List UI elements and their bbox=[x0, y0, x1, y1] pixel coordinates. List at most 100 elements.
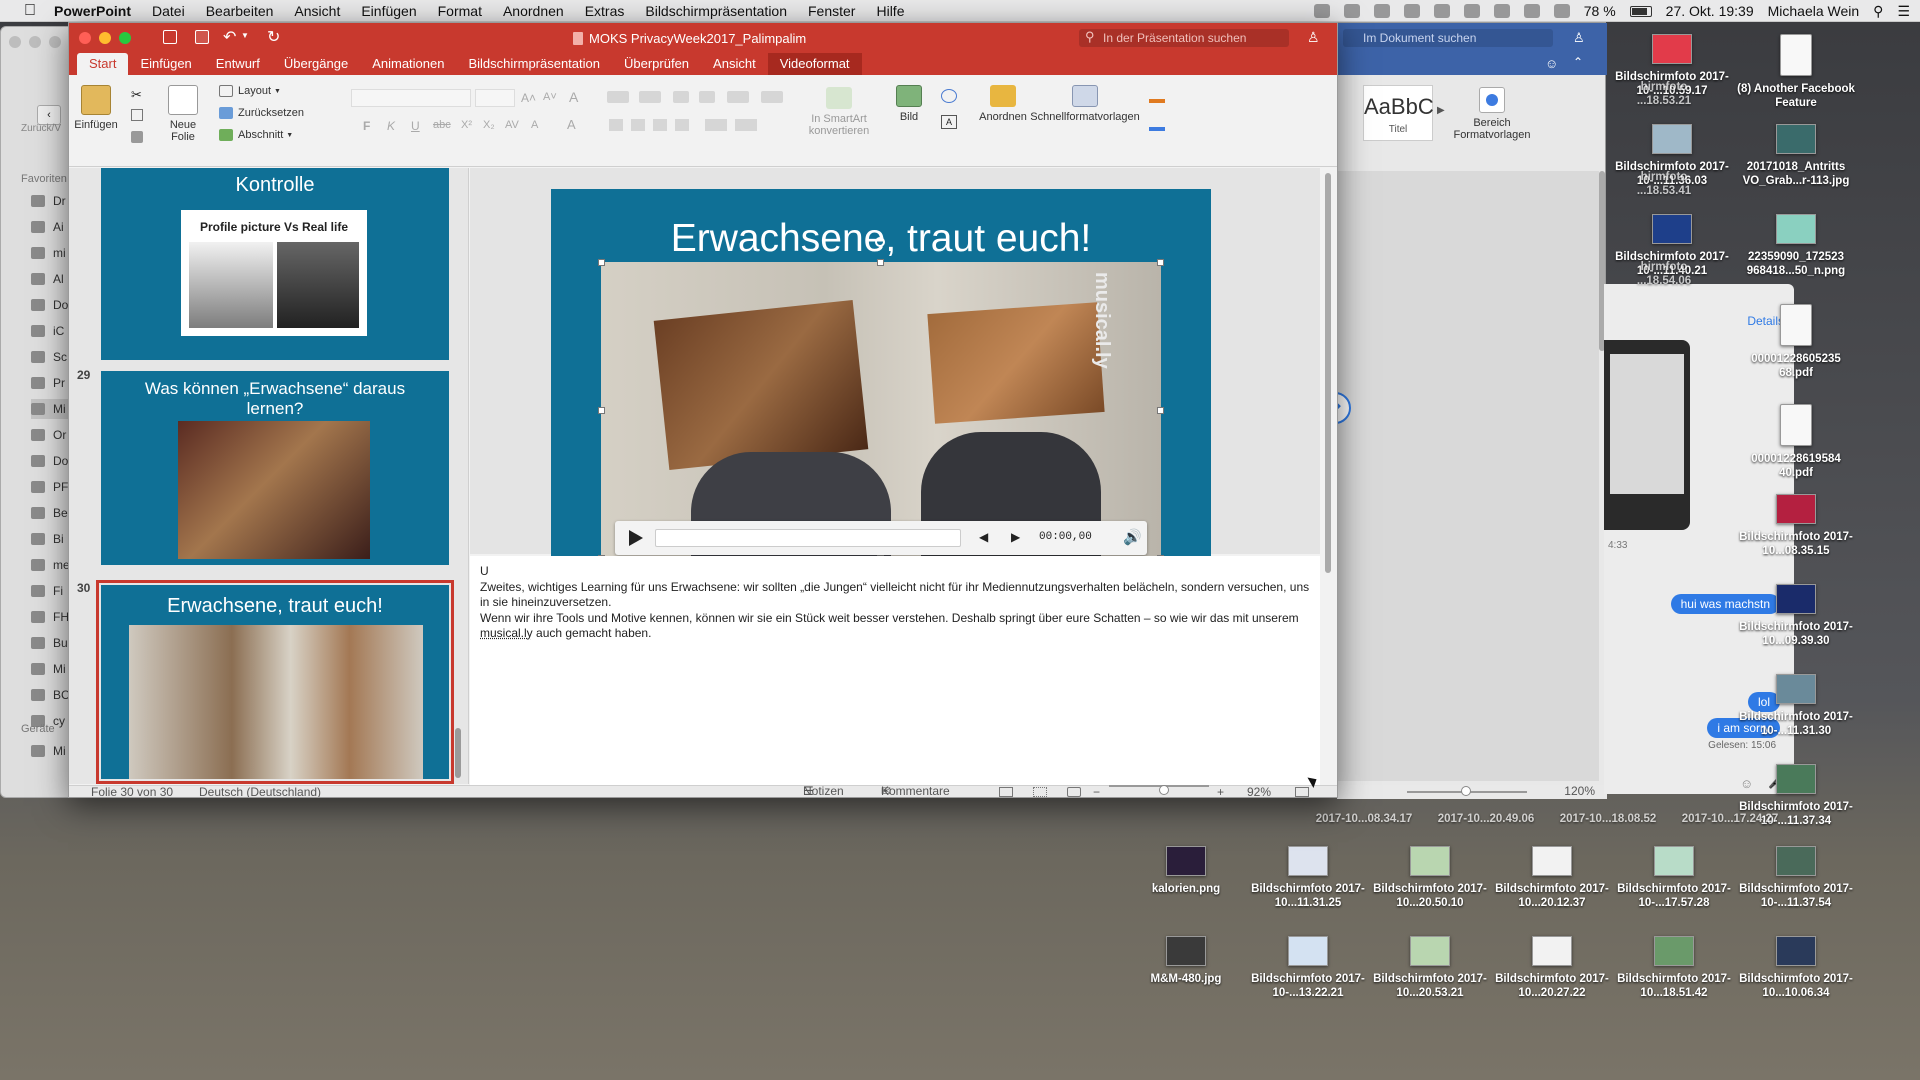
lock-status-icon[interactable] bbox=[1403, 4, 1420, 18]
reset-button[interactable]: Zurücksetzen bbox=[219, 107, 304, 119]
underline-icon[interactable]: U bbox=[411, 119, 420, 133]
video-progress-bar[interactable] bbox=[655, 529, 961, 547]
ppt-zoom-button[interactable] bbox=[119, 32, 131, 44]
copy-icon[interactable] bbox=[131, 109, 143, 121]
spotlight-icon[interactable]: ⚲ bbox=[1873, 3, 1883, 20]
menu-ansicht[interactable]: Ansicht bbox=[294, 3, 340, 19]
volume-icon[interactable] bbox=[1523, 4, 1540, 18]
menu-app-name[interactable]: PowerPoint bbox=[54, 3, 131, 19]
superscript-icon[interactable]: X² bbox=[461, 119, 472, 131]
notification-center-icon[interactable]: ☰ bbox=[1897, 3, 1910, 20]
finder-sidebar-item[interactable]: iC bbox=[31, 321, 69, 341]
outdent-icon[interactable] bbox=[673, 91, 689, 103]
line-color-icon[interactable] bbox=[1149, 117, 1165, 131]
tab-entwurf[interactable]: Entwurf bbox=[204, 53, 272, 75]
finder-sidebar-item[interactable]: Bi bbox=[31, 529, 69, 549]
desktop-file-icon[interactable]: Bildschirmfoto 2017-10-...11.37.54 bbox=[1735, 846, 1857, 910]
word-feedback-icon[interactable]: ☺ bbox=[1545, 56, 1558, 71]
finder-sidebar-item[interactable]: me bbox=[31, 555, 69, 575]
fill-color-icon[interactable] bbox=[1149, 89, 1165, 103]
tab-start[interactable]: Start bbox=[77, 53, 129, 75]
finder-device-item[interactable]: Mi bbox=[31, 741, 69, 761]
align-center-icon[interactable] bbox=[631, 119, 645, 131]
font-name-box[interactable] bbox=[351, 89, 471, 107]
tab-bildschirmpraesentation[interactable]: Bildschirmpräsentation bbox=[456, 53, 612, 75]
word-zoom-knob[interactable] bbox=[1461, 786, 1471, 796]
play-icon[interactable] bbox=[629, 530, 643, 546]
desktop-file-icon[interactable]: kalorien.png bbox=[1125, 846, 1247, 896]
menu-einfuegen[interactable]: Einfügen bbox=[361, 3, 416, 19]
shapes-icon[interactable] bbox=[941, 89, 957, 103]
desktop-file-icon[interactable]: Bildschirmfoto 2017-10-...17.57.28 bbox=[1613, 846, 1735, 910]
desktop-file-icon[interactable]: Bildschirmfoto 2017-10-...13.22.21 bbox=[1247, 936, 1369, 1000]
menu-bildschirmpraesentation[interactable]: Bildschirmpräsentation bbox=[645, 3, 787, 19]
finder-back-forward[interactable]: ‹ bbox=[37, 105, 61, 125]
word-zoom-percent[interactable]: 120% bbox=[1564, 784, 1595, 798]
resize-handle[interactable] bbox=[1157, 407, 1164, 414]
bluetooth-icon[interactable] bbox=[1463, 4, 1480, 18]
layout-button[interactable]: Layout ▼ bbox=[219, 85, 281, 97]
sidebar-toggle-icon[interactable] bbox=[163, 30, 177, 44]
battery-percent[interactable]: 78 % bbox=[1584, 3, 1616, 19]
text-direction-icon[interactable] bbox=[705, 119, 727, 131]
normal-view-button[interactable] bbox=[999, 787, 1013, 797]
desktop-file-icon[interactable]: Bildschirmfoto 2017-10...18.51.42 bbox=[1613, 936, 1735, 1000]
finder-sidebar-item[interactable]: Do bbox=[31, 295, 69, 315]
dropbox-status-icon[interactable] bbox=[1313, 4, 1330, 18]
zoom-out-button[interactable]: − bbox=[1093, 785, 1100, 797]
undo-dropdown-icon[interactable]: ▼ bbox=[241, 31, 249, 40]
tab-animationen[interactable]: Animationen bbox=[360, 53, 456, 75]
strikethrough-icon[interactable]: abc bbox=[433, 119, 451, 131]
resize-handle[interactable] bbox=[598, 259, 605, 266]
italic-icon[interactable]: K bbox=[387, 119, 395, 133]
resize-handle[interactable] bbox=[598, 407, 605, 414]
fit-to-window-button[interactable] bbox=[1295, 787, 1309, 797]
desktop-file-icon[interactable]: 00001228619584 40.pdf bbox=[1735, 404, 1857, 480]
finder-zoom-button[interactable] bbox=[49, 36, 61, 48]
desktop-file-icon[interactable]: Bildschirmfoto 2017-10...20.27.22 bbox=[1491, 936, 1613, 1000]
desktop-file-icon[interactable]: 22359090_172523 968418...50_n.png bbox=[1735, 214, 1857, 278]
panel-scrollbar[interactable] bbox=[455, 728, 461, 778]
desktop-file-icon[interactable]: M&M-480.jpg bbox=[1125, 936, 1247, 986]
finder-sidebar-item[interactable]: Mi bbox=[31, 659, 69, 679]
finder-sidebar-item[interactable]: Be bbox=[31, 503, 69, 523]
tool-status-icon[interactable] bbox=[1343, 4, 1360, 18]
finder-sidebar-item[interactable]: mi bbox=[31, 243, 69, 263]
finder-sidebar-item[interactable]: BC bbox=[31, 685, 69, 705]
zoom-slider-knob[interactable] bbox=[1159, 785, 1169, 795]
desktop-file-icon[interactable]: Bildschirmfoto 2017-10...10.06.34 bbox=[1735, 936, 1857, 1000]
menu-fenster[interactable]: Fenster bbox=[808, 3, 855, 19]
sorter-view-button[interactable] bbox=[1033, 787, 1047, 797]
rotate-handle[interactable] bbox=[875, 237, 885, 247]
user-name[interactable]: Michaela Wein bbox=[1768, 3, 1860, 19]
zoom-percent[interactable]: 92% bbox=[1247, 785, 1271, 797]
desktop-file-icon[interactable]: Bildschirmfoto 2017-10...11.31.25 bbox=[1247, 846, 1369, 910]
menu-hilfe[interactable]: Hilfe bbox=[876, 3, 904, 19]
resize-handle[interactable] bbox=[877, 259, 884, 266]
zoom-in-button[interactable]: + bbox=[1217, 785, 1224, 797]
finder-sidebar-item[interactable]: Pr bbox=[31, 373, 69, 393]
bold-icon[interactable]: F bbox=[363, 119, 370, 133]
ppt-close-button[interactable] bbox=[79, 32, 91, 44]
tab-ueberpruefen[interactable]: Überprüfen bbox=[612, 53, 701, 75]
apple-icon[interactable]:  bbox=[20, 1, 40, 21]
word-share-icon[interactable]: ♙ bbox=[1573, 30, 1585, 46]
finder-sidebar-item[interactable]: Fi bbox=[31, 581, 69, 601]
finder-sidebar-item[interactable]: Mi bbox=[31, 399, 69, 419]
ppt-minimize-button[interactable] bbox=[99, 32, 111, 44]
section-button[interactable]: Abschnitt ▼ bbox=[219, 129, 293, 141]
slide-thumbnail-28[interactable]: Kontrolle Profile picture Vs Real life bbox=[101, 168, 449, 360]
format-painter-icon[interactable] bbox=[131, 131, 143, 143]
word-search-input[interactable]: Im Dokument suchen bbox=[1343, 29, 1553, 47]
grow-font-icon[interactable]: A˄ bbox=[521, 91, 536, 105]
word-style-title[interactable]: AaBbC Titel bbox=[1363, 85, 1434, 141]
finder-close-button[interactable] bbox=[9, 36, 21, 48]
finder-sidebar-item[interactable]: Al bbox=[31, 269, 69, 289]
info-status-icon[interactable] bbox=[1373, 4, 1390, 18]
textbox-icon[interactable]: A bbox=[941, 115, 957, 129]
finder-sidebar-item[interactable]: Or bbox=[31, 425, 69, 445]
slide-thumbnail-30[interactable]: Erwachsene, traut euch! bbox=[96, 580, 454, 784]
finder-sidebar-item[interactable]: Bu bbox=[31, 633, 69, 653]
menu-anordnen[interactable]: Anordnen bbox=[503, 3, 564, 19]
save-icon[interactable] bbox=[195, 30, 209, 44]
